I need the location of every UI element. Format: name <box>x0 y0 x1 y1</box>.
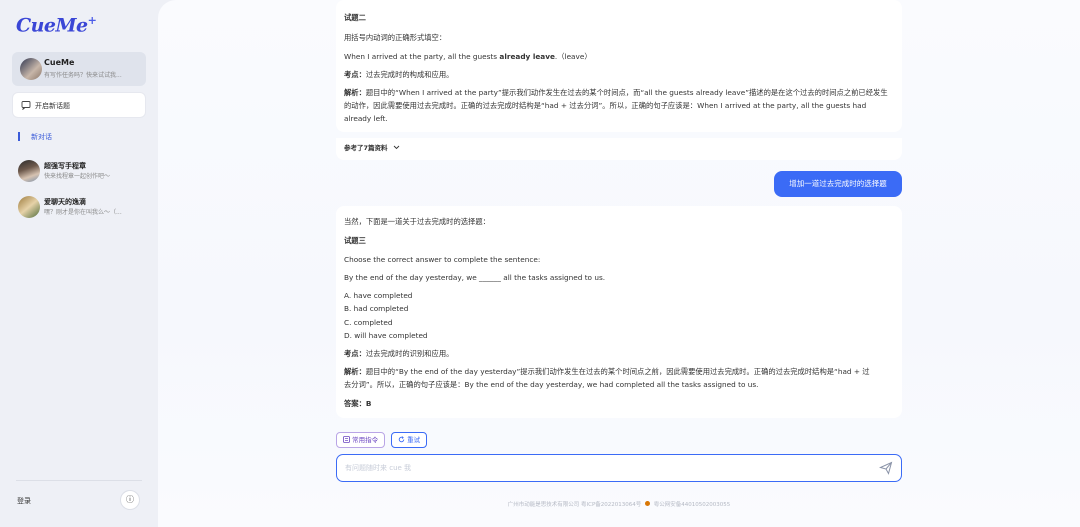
point-text: 考点：过去完成时的识别和应用。 <box>344 349 454 358</box>
answer-intro: 当然，下面是一道关于过去完成时的选择题： <box>344 217 490 226</box>
retry-button[interactable]: 重试 <box>391 432 428 448</box>
icp-text[interactable]: 广州市动能是思技术有限公司 粤ICP备2022013064号 <box>508 502 642 508</box>
user-message: 增加一道过去完成时的选择题 <box>774 171 902 197</box>
new-chat-button[interactable]: 开启新话题 <box>12 92 146 118</box>
divider <box>16 480 142 481</box>
chat-title: 超强写手程章 <box>44 162 86 170</box>
sidebar: CueMe+ CueMe 有写作任务吗？快来试试我... 开启新话题 新对话 超… <box>0 0 158 527</box>
question-text: By the end of the day yesterday, we ____… <box>344 273 606 282</box>
chat-input[interactable] <box>345 461 865 475</box>
question-text: When I arrived at the party, all the gue… <box>344 52 592 61</box>
option-d: D. will have completed <box>344 331 428 340</box>
chevron-down-icon <box>393 145 400 150</box>
avatar <box>18 160 40 182</box>
assistant-subtitle: 有写作任务吗？快来试试我... <box>44 72 122 79</box>
police-badge-icon <box>645 501 651 506</box>
assistant-message: 试题二 用括号内动词的正确形式填空： When I arrived at the… <box>336 0 902 132</box>
send-icon[interactable] <box>879 461 893 475</box>
avatar <box>18 196 40 218</box>
option-c: C. completed <box>344 318 393 327</box>
command-icon <box>343 436 350 443</box>
point-text: 考点：过去完成时的构成和应用。 <box>344 70 454 79</box>
chat-add-icon <box>21 101 31 110</box>
sidebar-item-new-chat[interactable]: 新对话 <box>18 132 52 142</box>
login-link[interactable]: 登录 <box>17 496 31 506</box>
analysis-text: 解析：题目中的“When I arrived at the party”提示我们… <box>344 88 888 123</box>
refresh-icon <box>398 436 405 443</box>
footer: 广州市动能是思技术有限公司 粤ICP备2022013064号 粤公网安备4401… <box>336 500 902 508</box>
answer-text: 答案：B <box>344 399 372 408</box>
assistant-message: 当然，下面是一道关于过去完成时的选择题： 试题三 Choose the corr… <box>336 206 902 418</box>
police-text[interactable]: 粤公网安备44010502003055 <box>654 502 731 508</box>
common-commands-button[interactable]: 常用指令 <box>336 432 386 448</box>
sidebar-item-chatty[interactable]: 爱聊天的逸滴 嘿？刚才是你在叫我么～（... <box>16 194 150 220</box>
info-icon[interactable]: ⓘ <box>120 490 140 510</box>
sidebar-item-writer[interactable]: 超强写手程章 快来找程章一起创作吧～ <box>16 158 150 184</box>
question-instruction: 用括号内动词的正确形式填空： <box>344 33 447 42</box>
question-title: 试题二 <box>344 13 366 22</box>
chat-input-box[interactable] <box>336 454 902 482</box>
question-title: 试题三 <box>344 236 366 245</box>
option-a: A. have completed <box>344 291 413 300</box>
chat-subtitle: 快来找程章一起创作吧～ <box>44 173 111 180</box>
analysis-text: 解析：题目中的“By the end of the day yesterday”… <box>344 367 870 389</box>
assistant-name: CueMe <box>44 58 75 67</box>
new-chat-label: 开启新话题 <box>35 102 70 110</box>
option-b: B. had completed <box>344 304 409 313</box>
assistant-card-cueme[interactable]: CueMe 有写作任务吗？快来试试我... <box>12 52 146 86</box>
chat-title: 爱聊天的逸滴 <box>44 198 86 206</box>
references-bar[interactable]: 参考了7篇资料 <box>336 138 902 160</box>
question-instruction: Choose the correct answer to complete th… <box>344 255 541 264</box>
app-logo[interactable]: CueMe+ <box>16 14 97 36</box>
references-toggle[interactable]: 参考了7篇资料 <box>344 142 400 155</box>
chat-area: 试题二 用括号内动词的正确形式填空： When I arrived at the… <box>158 0 1080 527</box>
chat-subtitle: 嘿？刚才是你在叫我么～（... <box>44 209 122 216</box>
avatar <box>20 58 42 80</box>
